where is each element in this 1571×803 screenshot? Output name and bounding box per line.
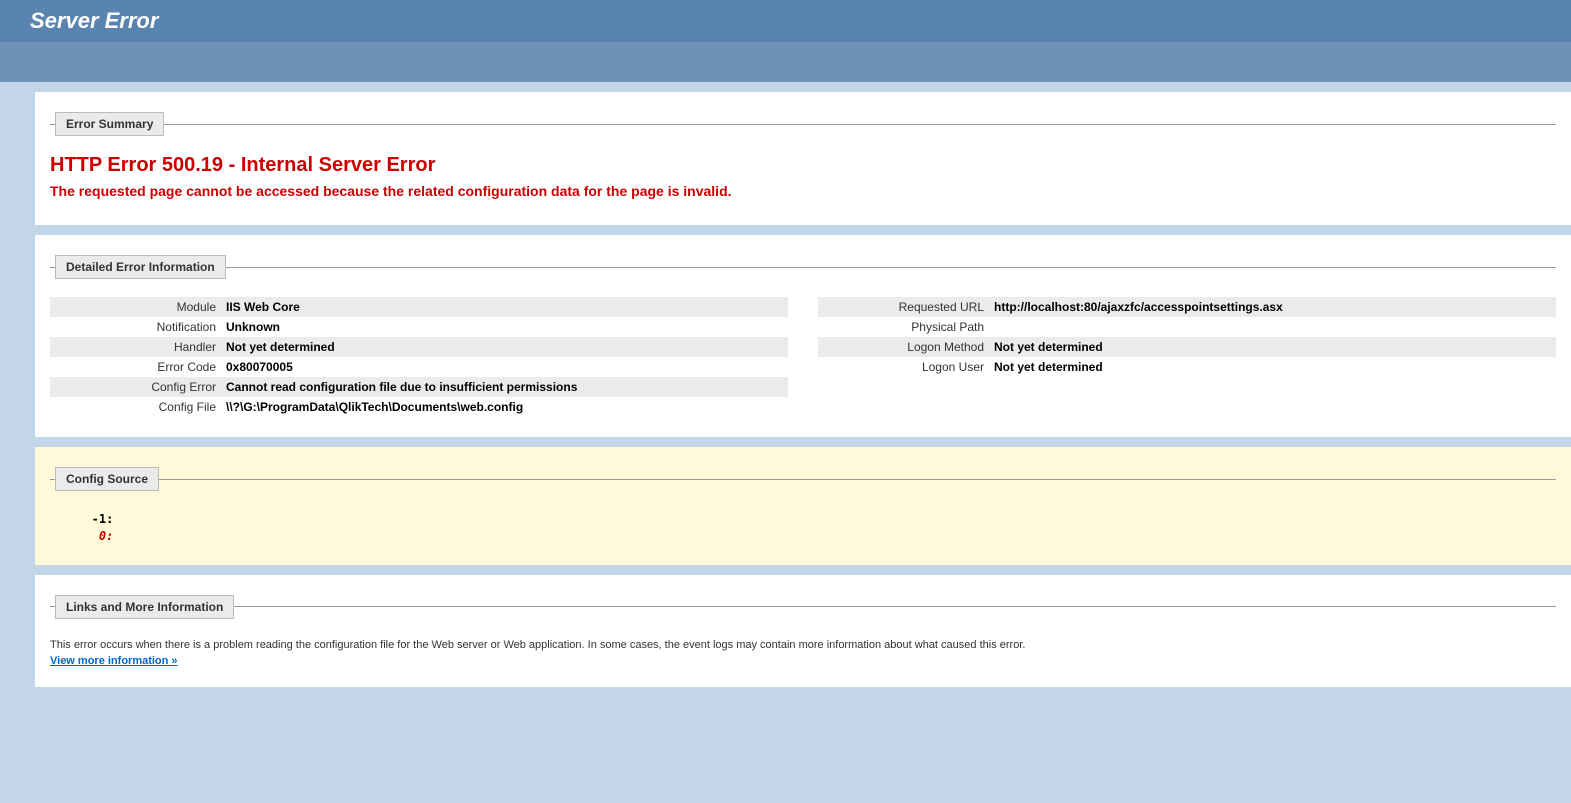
table-row: Physical Path — [818, 317, 1556, 337]
error-subtitle: The requested page cannot be accessed be… — [50, 183, 1556, 199]
detail-value — [994, 320, 1550, 334]
detail-label: Config Error — [56, 380, 226, 394]
detail-value: IIS Web Core — [226, 300, 782, 314]
error-summary-legend: Error Summary — [55, 112, 164, 136]
detailed-error-fieldset: Detailed Error Information ModuleIIS Web… — [50, 255, 1556, 417]
detail-label: Physical Path — [824, 320, 994, 334]
config-source-fieldset: Config Source -1: 0: — [50, 467, 1556, 545]
table-row: Config File\\?\G:\ProgramData\QlikTech\D… — [50, 397, 788, 417]
detail-value: \\?\G:\ProgramData\QlikTech\Documents\we… — [226, 400, 782, 414]
config-source-legend: Config Source — [55, 467, 159, 491]
detailed-error-section: Detailed Error Information ModuleIIS Web… — [35, 235, 1571, 437]
detail-label: Notification — [56, 320, 226, 334]
detail-label: Logon User — [824, 360, 994, 374]
view-more-link[interactable]: View more information » — [50, 655, 178, 667]
links-more-section: Links and More Information This error oc… — [35, 575, 1571, 687]
table-row: Error Code0x80070005 — [50, 357, 788, 377]
config-source-pre: -1: 0: — [50, 501, 1556, 545]
error-summary-fieldset: Error Summary HTTP Error 500.19 - Intern… — [50, 112, 1556, 205]
error-summary-section: Error Summary HTTP Error 500.19 - Intern… — [35, 92, 1571, 225]
links-more-fieldset: Links and More Information This error oc… — [50, 595, 1556, 667]
detail-value: Cannot read configuration file due to in… — [226, 380, 782, 394]
detail-label: Logon Method — [824, 340, 994, 354]
detail-label: Config File — [56, 400, 226, 414]
details-col-left: ModuleIIS Web Core NotificationUnknown H… — [50, 297, 788, 417]
config-source-section: Config Source -1: 0: — [35, 447, 1571, 565]
detailed-error-legend: Detailed Error Information — [55, 255, 226, 279]
links-description: This error occurs when there is a proble… — [50, 639, 1556, 651]
table-row: Config ErrorCannot read configuration fi… — [50, 377, 788, 397]
detail-label: Requested URL — [824, 300, 994, 314]
details-col-right: Requested URLhttp://localhost:80/ajaxzfc… — [818, 297, 1556, 417]
error-title: HTTP Error 500.19 - Internal Server Erro… — [50, 154, 1556, 177]
config-line: -1: — [70, 512, 121, 526]
table-row: NotificationUnknown — [50, 317, 788, 337]
table-row: Logon MethodNot yet determined — [818, 337, 1556, 357]
detail-value: http://localhost:80/ajaxzfc/accesspoints… — [994, 300, 1550, 314]
config-line: 0: — [70, 529, 121, 543]
details-grid: ModuleIIS Web Core NotificationUnknown H… — [50, 297, 1556, 417]
page-title: Server Error — [30, 8, 1541, 34]
table-row: Logon UserNot yet determined — [818, 357, 1556, 377]
sub-header-bar — [0, 42, 1571, 82]
page-header: Server Error — [0, 0, 1571, 42]
detail-value: 0x80070005 — [226, 360, 782, 374]
links-more-legend: Links and More Information — [55, 595, 234, 619]
detail-label: Handler — [56, 340, 226, 354]
detail-value: Not yet determined — [994, 340, 1550, 354]
detail-value: Not yet determined — [226, 340, 782, 354]
detail-label: Error Code — [56, 360, 226, 374]
table-row: ModuleIIS Web Core — [50, 297, 788, 317]
detail-value: Not yet determined — [994, 360, 1550, 374]
detail-label: Module — [56, 300, 226, 314]
table-row: HandlerNot yet determined — [50, 337, 788, 357]
detail-value: Unknown — [226, 320, 782, 334]
table-row: Requested URLhttp://localhost:80/ajaxzfc… — [818, 297, 1556, 317]
